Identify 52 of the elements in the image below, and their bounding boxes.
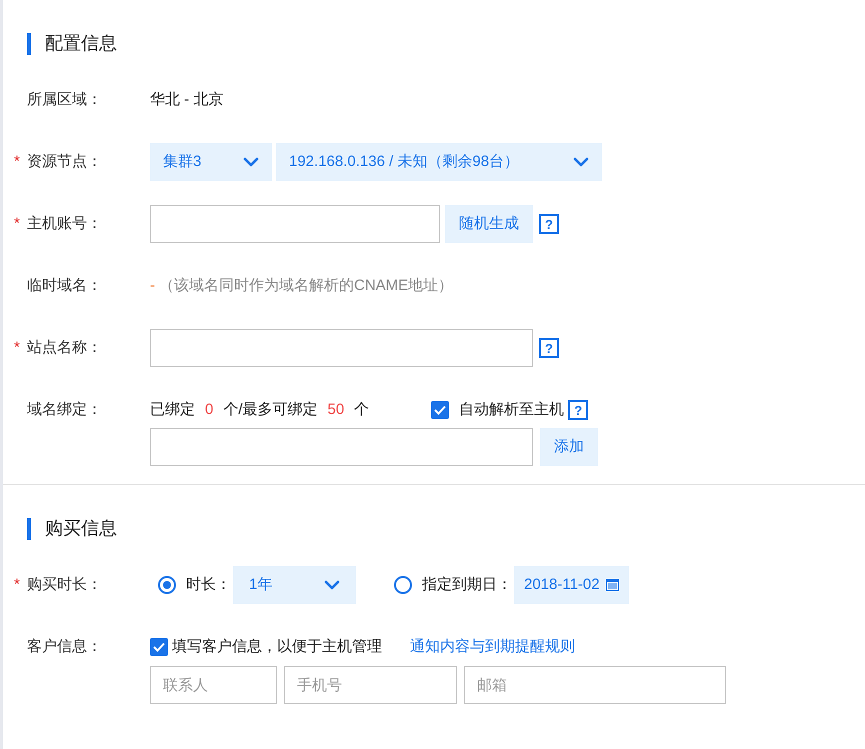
field-label: 站点名称：: [27, 338, 102, 358]
rules-link[interactable]: 通知内容与到期提醒规则: [410, 636, 575, 658]
select-dropdown[interactable]: 集群3: [150, 143, 272, 181]
checkbox-label: 自动解析至主机: [459, 400, 564, 420]
section-marker: [27, 32, 31, 54]
required-mark: *: [14, 152, 21, 172]
help-icon[interactable]: ?: [568, 400, 588, 420]
field-label: 域名绑定：: [27, 400, 102, 420]
chevron-down-icon: [324, 580, 340, 590]
radio-button[interactable]: [394, 576, 412, 594]
help-icon[interactable]: ?: [539, 338, 559, 358]
input-field[interactable]: 手机号: [284, 666, 457, 704]
date-picker[interactable]: 2018-11-02: [514, 566, 629, 604]
field-label: 客户信息：: [27, 636, 102, 657]
chevron-down-icon: [573, 157, 589, 167]
section-title: 购买信息: [45, 517, 117, 540]
max-label: 个/最多可绑定: [223, 400, 318, 420]
chevron-down-icon: [243, 157, 259, 167]
input-field[interactable]: 邮箱: [464, 666, 726, 704]
select-dropdown[interactable]: 192.168.0.136 / 未知（剩余98台）: [276, 143, 602, 181]
input-field[interactable]: 联系人: [150, 666, 277, 704]
input-field[interactable]: [150, 329, 533, 367]
max-count: 50: [328, 400, 344, 420]
radio-button[interactable]: [158, 576, 176, 594]
input-field[interactable]: [150, 205, 440, 243]
field-label: 购买时长：: [27, 574, 102, 595]
required-mark: *: [14, 574, 21, 595]
checkbox[interactable]: [150, 638, 168, 656]
generate-button[interactable]: 随机生成: [445, 205, 533, 243]
field-note: （该域名同时作为域名解析的CNAME地址）: [159, 276, 454, 296]
checkbox[interactable]: [431, 401, 450, 419]
required-mark: *: [14, 338, 21, 358]
input-field[interactable]: [150, 428, 533, 466]
field-label: 所属区域：: [27, 90, 102, 110]
field-label: 主机账号：: [27, 214, 102, 234]
select-dropdown[interactable]: 1年: [233, 566, 356, 604]
add-button[interactable]: 添加: [540, 428, 598, 466]
help-icon[interactable]: ?: [539, 214, 559, 234]
dash-value: -: [150, 276, 155, 296]
bound-label: 已绑定: [150, 400, 195, 420]
field-label: 资源节点：: [27, 152, 102, 172]
radio-label: 指定到期日：: [422, 574, 512, 595]
unit-label: 个: [354, 400, 370, 420]
required-mark: *: [14, 214, 21, 234]
checkbox-label: 填写客户信息，以便于主机管理: [172, 636, 382, 657]
bound-count: 0: [205, 400, 214, 420]
field-label: 临时域名：: [27, 276, 102, 296]
calendar-icon: [606, 579, 619, 591]
section-marker: [27, 518, 31, 540]
section-title: 配置信息: [45, 32, 117, 55]
field-value: 华北 - 北京: [150, 90, 224, 110]
radio-label: 时长：: [186, 574, 231, 595]
